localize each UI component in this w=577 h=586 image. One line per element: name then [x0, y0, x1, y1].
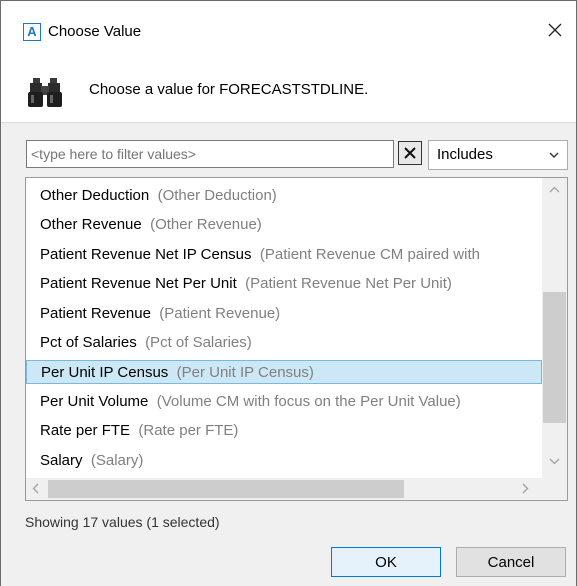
prompt-text: Choose a value for FORECASTSTDLINE. — [89, 81, 369, 98]
app-logo-icon: A — [23, 23, 41, 41]
list-item-description: (Per Unit IP Census) — [176, 364, 314, 382]
vertical-scroll-thumb[interactable] — [543, 292, 566, 423]
binoculars-icon — [28, 78, 62, 107]
list-item[interactable]: Per Unit IP Census (Per Unit IP Census) — [26, 360, 542, 385]
list-item-name: Pct of Salaries — [40, 334, 137, 351]
list-item[interactable]: Patient Revenue Net Per Unit (Patient Re… — [26, 272, 542, 296]
list-item[interactable]: Per Unit Volume (Volume CM with focus on… — [26, 390, 542, 414]
list-item-name: Patient Revenue Net Per Unit — [40, 275, 237, 293]
list-item[interactable]: Patient Revenue Net IP Census (Patient R… — [26, 243, 542, 267]
close-icon — [548, 23, 562, 37]
horizontal-scrollbar[interactable] — [26, 478, 542, 500]
match-mode-select[interactable]: Includes — [428, 140, 568, 170]
list-item-description: (Salary) — [90, 451, 144, 469]
list-item-description: (Patient Revenue CM paired with — [259, 245, 480, 263]
list-item[interactable]: Salary (Salary) — [26, 449, 542, 473]
list-item-name: Per Unit Volume — [40, 392, 149, 410]
list-item[interactable]: Other Deduction (Other Deduction) — [26, 184, 542, 208]
list-item-name: Other Revenue — [40, 216, 142, 234]
list-item-description: (Patient Revenue Net Per Unit) — [245, 275, 452, 293]
clear-filter-icon — [404, 147, 416, 159]
list-item-name: Other Deduction — [40, 187, 150, 204]
scroll-up-icon[interactable] — [549, 186, 560, 193]
list-item-description: (Patient Revenue) — [159, 304, 281, 322]
scrollbar-corner — [542, 478, 567, 500]
status-text: Showing 17 values (1 selected) — [25, 514, 220, 530]
values-listbox[interactable]: Other Deduction (Other Deduction) Other R… — [25, 177, 568, 501]
vertical-scrollbar[interactable] — [542, 178, 567, 478]
list-viewport: Other Deduction (Other Deduction) Other R… — [26, 178, 542, 478]
list-item-description: (Volume CM with focus on the Per Unit Va… — [156, 392, 461, 410]
list-item[interactable]: Rate per FTE (Rate per FTE) — [26, 419, 542, 443]
close-button[interactable] — [542, 17, 568, 43]
list-item[interactable]: Pct of Salaries (Pct of Salaries) — [26, 331, 542, 355]
title-bar: A Choose Value — [1, 1, 576, 41]
list-item-name: Patient Revenue — [40, 304, 151, 322]
scroll-down-icon[interactable] — [549, 458, 560, 465]
list-item-name: Per Unit IP Census — [41, 364, 169, 382]
choose-value-dialog: A Choose Value Choose a value for FORECA… — [0, 0, 577, 586]
chevron-down-icon — [549, 152, 559, 158]
horizontal-scroll-thumb[interactable] — [48, 480, 404, 498]
list-item-description: (Other Deduction) — [157, 187, 277, 204]
cancel-button[interactable]: Cancel — [456, 547, 566, 577]
list-item-name: Salary — [40, 451, 83, 469]
scroll-left-icon[interactable] — [32, 483, 39, 494]
scroll-right-icon[interactable] — [522, 483, 529, 494]
clear-filter-button[interactable] — [398, 141, 422, 165]
filter-input[interactable] — [26, 140, 394, 168]
list-item[interactable]: Other Revenue (Other Revenue) — [26, 213, 542, 237]
list-item-name: Patient Revenue Net IP Census — [40, 245, 252, 263]
list-item-name: Rate per FTE — [40, 422, 131, 440]
dialog-title: Choose Value — [48, 23, 142, 40]
list-item-description: (Pct of Salaries) — [145, 334, 252, 351]
ok-button[interactable]: OK — [331, 547, 441, 577]
list-item-description: (Other Revenue) — [150, 216, 262, 234]
match-mode-value: Includes — [437, 146, 493, 163]
list-item-description: (Rate per FTE) — [138, 422, 239, 440]
list-item[interactable]: Patient Revenue (Patient Revenue) — [26, 302, 542, 326]
